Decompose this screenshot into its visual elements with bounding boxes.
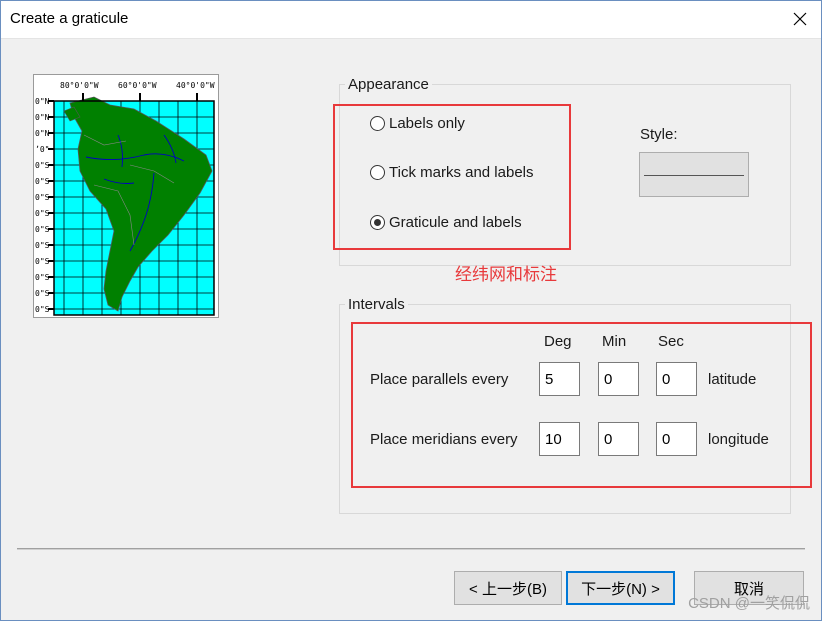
- preview-side-label: 0"S: [35, 257, 50, 266]
- watermark: CSDN @一笑侃侃: [688, 595, 810, 612]
- title-bar: Create a graticule: [0, 0, 822, 39]
- south-america-map: 80°0'0"W 60°0'0"W 40°0'0"W 0"N 0"N 0"N ʼ…: [35, 81, 215, 316]
- line-style-preview: [644, 175, 744, 176]
- intervals-group-label: Intervals: [345, 296, 408, 313]
- style-label: Style:: [640, 126, 678, 143]
- preview-side-label: 0"N: [35, 129, 50, 138]
- appearance-group-label: Appearance: [345, 76, 432, 93]
- preview-top-label: 60°0'0"W: [118, 81, 157, 90]
- preview-side-label: 0"N: [35, 113, 50, 122]
- close-button[interactable]: [778, 0, 822, 38]
- close-icon: [793, 12, 807, 26]
- preview-side-label: 0"S: [35, 225, 50, 234]
- next-button[interactable]: 下一步(N) >: [566, 571, 675, 605]
- footer-separator: [17, 548, 805, 550]
- preview-top-label: 80°0'0"W: [60, 81, 99, 90]
- annotation-text: 经纬网和标注: [455, 265, 557, 284]
- style-picker-button[interactable]: [639, 152, 749, 197]
- graticule-preview: 80°0'0"W 60°0'0"W 40°0'0"W 0"N 0"N 0"N ʼ…: [33, 74, 219, 318]
- annotation-box-intervals: [351, 322, 812, 488]
- preview-side-label: 0"S: [35, 209, 50, 218]
- preview-side-label: ʼ0": [35, 145, 49, 154]
- preview-side-label: 0"S: [35, 193, 50, 202]
- preview-side-label: 0"S: [35, 305, 50, 314]
- preview-top-label: 40°0'0"W: [176, 81, 215, 90]
- annotation-box-appearance: [333, 104, 571, 250]
- preview-side-label: 0"S: [35, 177, 50, 186]
- preview-side-label: 0"S: [35, 273, 50, 282]
- window-title: Create a graticule: [10, 10, 129, 27]
- preview-side-label: 0"S: [35, 289, 50, 298]
- back-button[interactable]: < 上一步(B): [454, 571, 562, 605]
- preview-side-label: 0"N: [35, 97, 50, 106]
- preview-side-label: 0"S: [35, 241, 50, 250]
- preview-side-label: 0"S: [35, 161, 50, 170]
